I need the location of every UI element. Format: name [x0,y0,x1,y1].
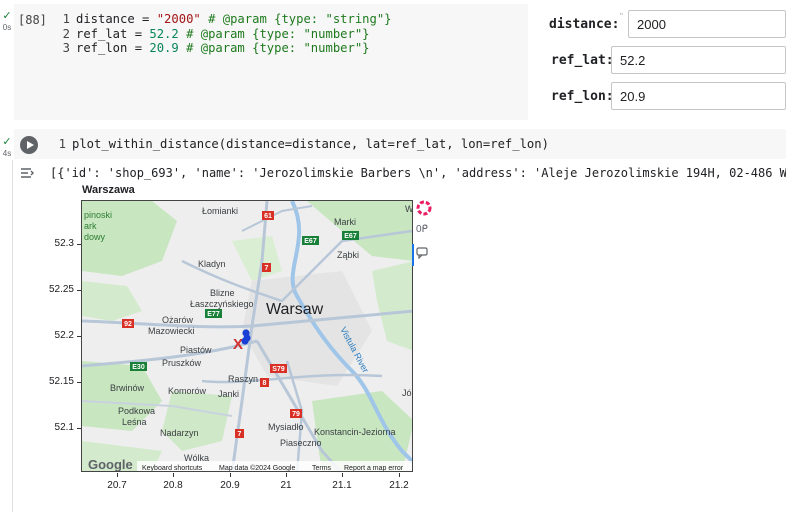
map-label: Jó [402,388,412,398]
x-tick-label: 20.8 [163,480,183,491]
y-tick-mark [77,244,81,245]
road-badge: E30 [132,364,145,371]
cell1-duration: 0s [2,23,12,32]
code-cell-2[interactable]: 1 plot_within_distance(distance=distance,… [14,129,786,159]
map-label: Ożarów [162,315,194,325]
execution-count: [88] [18,13,47,27]
code-line-3: 3 ref_lon = 20.9 # @param {type: "number"… [62,41,370,55]
x-tick-label: 21.1 [332,480,352,491]
terms-link: Terms [312,465,332,472]
road-badge: 92 [124,321,132,328]
road-badge: E67 [344,233,357,240]
code-cell-2-lines[interactable]: 1 plot_within_distance(distance=distance,… [56,137,549,152]
check-icon: ✓ [2,10,12,22]
map-label: Komorów [168,386,207,396]
result-point-marker [241,337,249,345]
y-tick-label: 52.2 [54,330,74,341]
x-tick-mark [286,473,287,477]
map-label: Piaseczno [280,438,322,448]
map-label: Łaszczyńskiego [190,299,254,309]
ref-lat-input[interactable]: 52.2 [611,46,786,74]
reference-point-marker: X [233,336,243,353]
y-tick-label: 52.25 [48,284,74,295]
map-label: Piastów [180,345,212,355]
check-icon: ✓ [2,136,12,148]
map-label: Mysiadło [268,422,304,432]
output-side-toolbar: 0ᑭ [416,200,434,260]
comment-icon[interactable] [416,246,434,260]
map-title: Warszawa [82,184,135,196]
map-label: Łomianki [202,206,238,216]
output-border [12,160,13,512]
ref-lon-input[interactable]: 20.9 [611,82,786,110]
x-tick-mark [173,473,174,477]
keyboard-shortcuts-link: Keyboard shortcuts [142,465,203,472]
distance-input[interactable]: 2000 [628,10,786,38]
map-label: Nadarzyn [160,428,199,438]
code-line-1: 1 distance = "2000" # @param {type: "stri… [62,12,392,26]
code-cell-1[interactable]: 1 distance = "2000" # @param {type: "stri… [14,4,528,120]
map-label: Marki [334,217,356,227]
cell2-duration: 4s [2,149,12,158]
road-badge: 7 [265,265,269,272]
x-tick-label: 21.2 [389,480,409,491]
cell2-status: ✓ 4s [0,136,14,159]
y-tick-label: 52.15 [48,376,74,387]
code-line-2: 2 ref_lat = 52.2 # @param {type: "number"… [62,26,370,41]
map-label: Pruszków [162,358,202,368]
map-image: 61 E67 E67 7 E77 92 E30 S79 8 79 7 pinos… [81,200,413,472]
code-cell-1-lines[interactable]: 1 distance = "2000" # @param {type: "stri… [60,12,392,56]
x-tick-label: 20.9 [220,480,240,491]
map-label: Mazowiecki [148,326,195,336]
map-label: Leśna [122,417,147,427]
distance-label: distance: [549,17,620,32]
x-tick-mark [342,473,343,477]
colab-gemini-icon[interactable] [416,200,434,216]
cell1-status: ✓ 0s [0,10,14,33]
x-tick-label: 21 [280,480,292,491]
ref-lat-label: ref_lat: [551,53,614,68]
road-badge: 79 [292,411,300,418]
run-cell-button[interactable] [20,136,38,154]
y-tick-label: 52.1 [54,422,74,433]
map-label: Janki [218,389,239,399]
report-error-link: Report a map error [344,465,404,472]
side-scroll-indicator[interactable] [412,244,414,266]
y-tick-mark [77,290,81,291]
map-label: Raszyn [228,374,258,384]
y-tick-label: 52.3 [54,238,74,249]
road-badge: E77 [207,311,220,318]
map-label: dowy [84,232,106,242]
google-logo: Google [88,457,133,472]
x-tick-label: 20.7 [107,480,127,491]
link-icon[interactable]: 0ᑭ [416,224,434,238]
road-badge: 8 [263,380,267,387]
road-badge: 7 [238,431,242,438]
map-label: Ząbki [337,250,359,260]
x-tick-mark [399,473,400,477]
map-city-label: Warsaw [266,301,324,318]
x-tick-mark [117,473,118,477]
road-badge: S79 [272,366,285,373]
y-tick-mark [77,382,81,383]
map-label: Blizne [210,288,235,298]
map-label: W [405,204,413,214]
road-badge: 61 [264,213,272,220]
map-label: Konstancin-Jeziorna [314,427,396,437]
map-data-text: Map data ©2024 Google [219,464,295,472]
output-text: [{'id': 'shop_693', 'name': 'Jerozolimsk… [50,166,786,180]
output-menu-icon[interactable] [20,167,34,182]
road-badge: E67 [304,238,317,245]
map-label: Brwinów [110,383,145,393]
y-tick-mark [77,428,81,429]
ref-lon-label: ref_lon: [551,89,614,104]
string-quote-icon: " [620,12,623,21]
y-tick-mark [77,336,81,337]
map-label: pinoski [84,210,112,220]
map-label: Kladyn [198,259,226,269]
x-tick-mark [230,473,231,477]
map-label: ark [84,221,97,231]
map-label: Podkowa [118,406,155,416]
